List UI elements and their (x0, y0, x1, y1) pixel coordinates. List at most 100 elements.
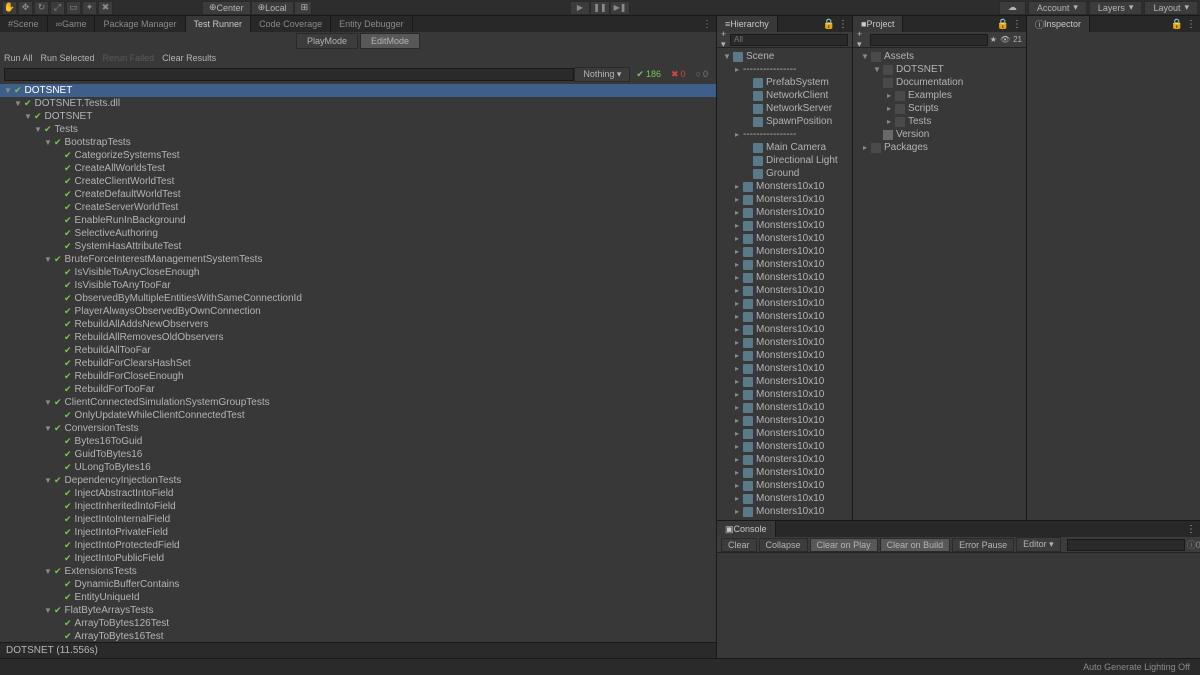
layers-dropdown[interactable]: Layers ▾ (1089, 1, 1143, 15)
custom-tool-icon[interactable]: ✖ (98, 1, 113, 15)
inspector-lock-icon[interactable]: 🔒 ⋮ (1167, 19, 1200, 30)
tab-package-manager[interactable]: Package Manager (95, 16, 185, 32)
test-case-row[interactable]: ✔RebuildAllRemovesOldObservers (0, 331, 716, 344)
test-case-row[interactable]: ✔IsVisibleToAnyCloseEnough (0, 266, 716, 279)
panel-menu-icon[interactable]: ⋮ (698, 19, 716, 30)
play-icon[interactable]: ▶ (570, 1, 590, 15)
test-group-row[interactable]: ▼✔ConversionTests (0, 422, 716, 435)
test-case-row[interactable]: ✔ObservedByMultipleEntitiesWithSameConne… (0, 292, 716, 305)
test-case-row[interactable]: ✔InjectIntoInternalField (0, 513, 716, 526)
project-search-input[interactable] (870, 34, 988, 46)
hierarchy-item[interactable]: ▸Monsters10x10 (717, 336, 852, 349)
test-case-row[interactable]: ✔InjectIntoProtectedField (0, 539, 716, 552)
tab-test-runner[interactable]: Test Runner (186, 16, 252, 32)
test-tree[interactable]: ▼✔DOTSNET▼✔DOTSNET.Tests.dll▼✔DOTSNET▼✔T… (0, 82, 716, 642)
test-search-input[interactable] (4, 68, 574, 81)
pass-count-badge[interactable]: ✔186 (632, 68, 665, 81)
hierarchy-item[interactable]: ▸Monsters10x10 (717, 388, 852, 401)
test-group-row[interactable]: ▼✔ClientConnectedSimulationSystemGroupTe… (0, 396, 716, 409)
rerun-failed-button[interactable]: Rerun Failed (103, 53, 155, 63)
favorites-icon[interactable]: ★ (990, 35, 997, 44)
hierarchy-item[interactable]: ▸Monsters10x10 (717, 427, 852, 440)
hierarchy-item[interactable]: NetworkClient (717, 89, 852, 102)
hidden-packages-icon[interactable]: 👁 (1000, 35, 1010, 44)
test-case-row[interactable]: ✔InjectAbstractIntoField (0, 487, 716, 500)
scale-tool-icon[interactable]: ⤢ (50, 1, 65, 15)
hierarchy-item[interactable]: ▸Monsters10x10 (717, 245, 852, 258)
hierarchy-item[interactable]: ▸Monsters10x10 (717, 492, 852, 505)
test-group-row[interactable]: ▼✔DOTSNET.Tests.dll (0, 97, 716, 110)
hierarchy-item[interactable]: Directional Light (717, 154, 852, 167)
tab-inspector[interactable]: ⓘ Inspector (1027, 16, 1090, 32)
hierarchy-item[interactable]: ▸Monsters10x10 (717, 362, 852, 375)
hierarchy-item[interactable]: ▸---------------- (717, 63, 852, 76)
editor-dropdown[interactable]: Editor ▾ (1016, 537, 1061, 552)
test-group-row[interactable]: ▼✔ExtensionsTests (0, 565, 716, 578)
hierarchy-item[interactable]: ▸Monsters10x10 (717, 258, 852, 271)
hierarchy-item[interactable]: ▸Monsters10x10 (717, 453, 852, 466)
clear-on-play-button[interactable]: Clear on Play (810, 538, 878, 552)
category-filter-dropdown[interactable]: Nothing ▾ (574, 67, 630, 82)
project-create-icon[interactable]: + ▾ (857, 33, 868, 46)
test-group-row[interactable]: ▼✔FlatByteArraysTests (0, 604, 716, 617)
test-case-row[interactable]: ✔RebuildAllTooFar (0, 344, 716, 357)
test-case-row[interactable]: ✔ULongToBytes16 (0, 461, 716, 474)
hierarchy-search-input[interactable] (730, 34, 848, 46)
hierarchy-item[interactable]: ▸Monsters10x10 (717, 271, 852, 284)
test-group-row[interactable]: ▼✔DOTSNET (0, 84, 716, 97)
test-case-row[interactable]: ✔GuidToBytes16 (0, 448, 716, 461)
hierarchy-item[interactable]: NetworkServer (717, 102, 852, 115)
hierarchy-item[interactable]: ▸Monsters10x10 (717, 206, 852, 219)
test-case-row[interactable]: ✔RebuildForCloseEnough (0, 370, 716, 383)
test-case-row[interactable]: ✔InjectIntoPublicField (0, 552, 716, 565)
hierarchy-item[interactable]: ▸Monsters10x10 (717, 219, 852, 232)
create-dropdown-icon[interactable]: + ▾ (721, 33, 728, 46)
pivot-rotation-button[interactable]: ⊕ Local (251, 1, 294, 15)
test-group-row[interactable]: ▼✔DependencyInjectionTests (0, 474, 716, 487)
hierarchy-item[interactable]: ▸Monsters10x10 (717, 401, 852, 414)
hierarchy-item[interactable]: ▸Monsters10x10 (717, 284, 852, 297)
test-case-row[interactable]: ✔EntityUniqueId (0, 591, 716, 604)
test-case-row[interactable]: ✔DynamicBufferContains (0, 578, 716, 591)
hierarchy-item[interactable]: ▸Monsters10x10 (717, 349, 852, 362)
test-case-row[interactable]: ✔InjectInheritedIntoField (0, 500, 716, 513)
test-group-row[interactable]: ▼✔DOTSNET (0, 110, 716, 123)
hierarchy-item[interactable]: ▸Monsters10x10 (717, 375, 852, 388)
move-tool-icon[interactable]: ✥ (18, 1, 33, 15)
info-count-badge[interactable]: ⓘ0 (1187, 538, 1200, 551)
error-pause-button[interactable]: Error Pause (952, 538, 1014, 552)
transform-tool-icon[interactable]: ✦ (82, 1, 97, 15)
test-case-row[interactable]: ✔InjectIntoPrivateField (0, 526, 716, 539)
hierarchy-item[interactable]: ▸Monsters10x10 (717, 440, 852, 453)
hierarchy-content[interactable]: ▼Scene▸----------------PrefabSystemNetwo… (717, 48, 852, 520)
hierarchy-item[interactable]: ▸Monsters10x10 (717, 180, 852, 193)
tab-scene[interactable]: # Scene (0, 16, 48, 32)
hierarchy-item[interactable]: PrefabSystem (717, 76, 852, 89)
playmode-button[interactable]: PlayMode (296, 33, 358, 49)
hierarchy-item[interactable]: ▸Monsters10x10 (717, 466, 852, 479)
hierarchy-lock-icon[interactable]: 🔒 ⋮ (819, 19, 852, 30)
hierarchy-item[interactable]: ▸---------------- (717, 128, 852, 141)
test-case-row[interactable]: ✔OnlyUpdateWhileClientConnectedTest (0, 409, 716, 422)
test-case-row[interactable]: ✔PlayerAlwaysObservedByOwnConnection (0, 305, 716, 318)
tab-code-coverage[interactable]: Code Coverage (251, 16, 331, 32)
test-group-row[interactable]: ▼✔BootstrapTests (0, 136, 716, 149)
pause-icon[interactable]: ❚❚ (590, 1, 610, 15)
test-case-row[interactable]: ✔IsVisibleToAnyTooFar (0, 279, 716, 292)
test-case-row[interactable]: ✔CreateDefaultWorldTest (0, 188, 716, 201)
snap-button[interactable]: ⊞ (294, 1, 312, 15)
test-case-row[interactable]: ✔EnableRunInBackground (0, 214, 716, 227)
hierarchy-item[interactable]: ▸Monsters10x10 (717, 193, 852, 206)
account-dropdown[interactable]: Account ▾ (1028, 1, 1087, 15)
clear-button[interactable]: Clear (721, 538, 757, 552)
collapse-button[interactable]: Collapse (759, 538, 808, 552)
hierarchy-item[interactable]: Main Camera (717, 141, 852, 154)
test-case-row[interactable]: ✔ArrayToBytes126Test (0, 617, 716, 630)
test-case-row[interactable]: ✔CreateServerWorldTest (0, 201, 716, 214)
hierarchy-item[interactable]: ▸Monsters10x10 (717, 297, 852, 310)
console-menu-icon[interactable]: ⋮ (1182, 524, 1200, 535)
editmode-button[interactable]: EditMode (360, 33, 420, 49)
run-all-button[interactable]: Run All (4, 53, 33, 63)
step-icon[interactable]: ▶❚ (610, 1, 630, 15)
hierarchy-item[interactable]: SpawnPosition (717, 115, 852, 128)
